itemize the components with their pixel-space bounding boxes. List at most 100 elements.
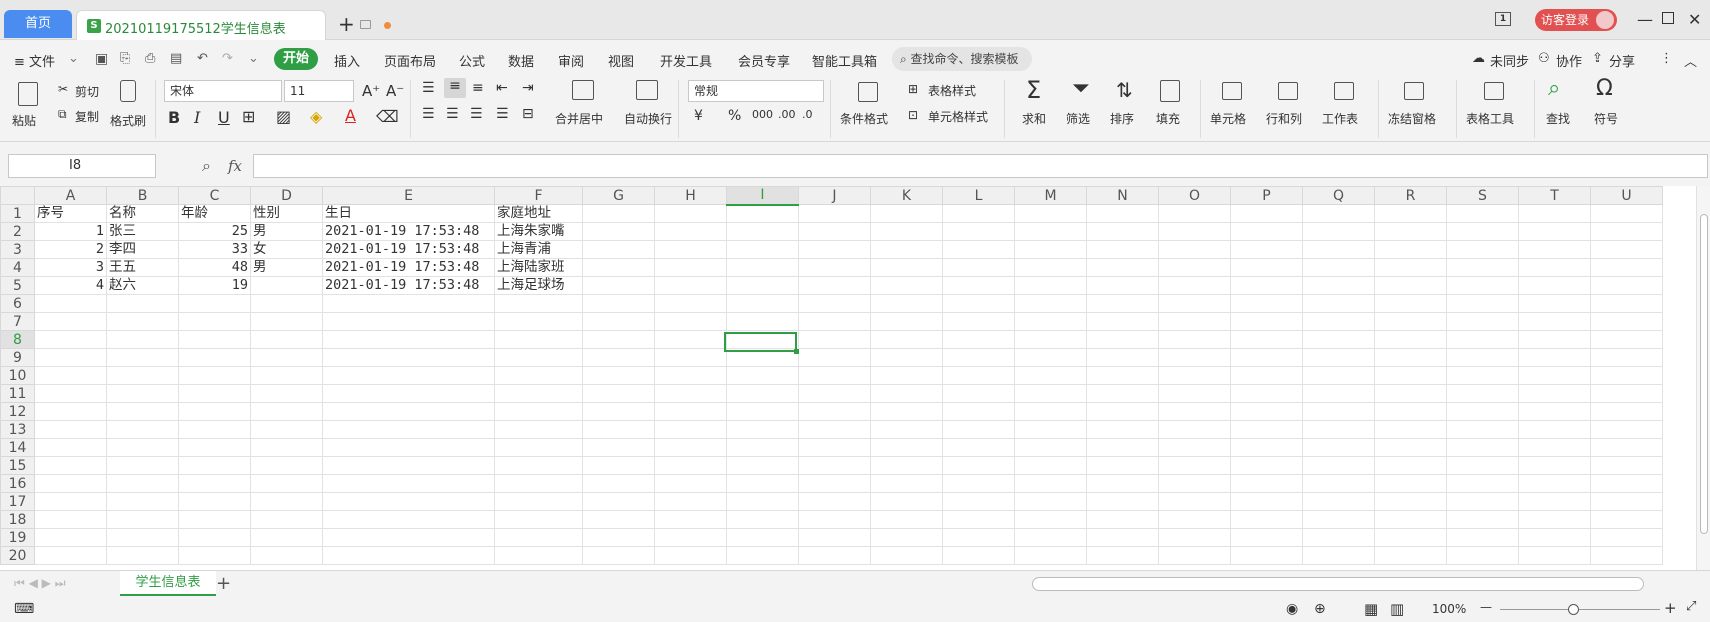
cell[interactable] [1302,546,1375,565]
row-header[interactable]: 14 [0,438,35,457]
cell[interactable]: 女 [250,240,323,259]
cell[interactable] [582,420,655,439]
cell[interactable] [1518,492,1591,511]
cell[interactable] [1014,420,1087,439]
cell[interactable] [1302,528,1375,547]
cell[interactable] [1086,456,1159,475]
cell[interactable] [1158,420,1231,439]
cell[interactable] [494,348,583,367]
cell[interactable] [1014,258,1087,277]
align-center-icon[interactable]: ☰ [446,106,459,122]
cell[interactable] [250,402,323,421]
cell[interactable] [106,474,179,493]
cell[interactable] [582,510,655,529]
cell[interactable] [1086,384,1159,403]
add-sheet-button[interactable]: + [216,573,231,594]
cell[interactable] [1158,240,1231,259]
cell[interactable] [1158,222,1231,241]
increase-font-icon[interactable]: A⁺ [362,82,380,100]
table-tools-icon[interactable] [1484,82,1504,100]
cell[interactable] [942,366,1015,385]
cell[interactable] [1086,294,1159,313]
cell[interactable] [1446,330,1519,349]
cell[interactable] [654,204,727,223]
cell[interactable] [1590,366,1663,385]
cell[interactable] [582,474,655,493]
cell[interactable] [1446,276,1519,295]
zoom-slider-handle[interactable] [1568,604,1579,615]
cell[interactable]: 年龄 [178,204,251,223]
decrease-font-icon[interactable]: A⁻ [386,82,404,100]
cell[interactable] [494,492,583,511]
cell[interactable] [494,330,583,349]
cell[interactable] [798,330,871,349]
row-header[interactable]: 3 [0,240,35,259]
cell[interactable] [34,366,107,385]
increase-decimal-icon[interactable]: .00 [778,108,796,121]
cell[interactable] [1230,384,1303,403]
cell[interactable] [1446,492,1519,511]
freeze-icon[interactable] [1404,82,1424,100]
more-menu-icon[interactable]: ⋮ [1660,51,1673,66]
cell[interactable] [250,420,323,439]
align-top-icon[interactable]: ☰ [422,80,435,96]
cell[interactable] [1230,222,1303,241]
cell[interactable] [798,546,871,565]
cell[interactable] [1302,240,1375,259]
close-icon[interactable]: ✕ [1688,10,1701,29]
zoom-slider[interactable] [1500,609,1660,610]
cell[interactable] [1374,546,1447,565]
cell[interactable] [1014,546,1087,565]
row-header[interactable]: 13 [0,420,35,439]
fill-color-icon[interactable]: ◈ [310,107,322,126]
cell[interactable] [1158,528,1231,547]
cell[interactable]: 25 [178,222,251,241]
cell[interactable] [942,258,1015,277]
cell[interactable] [798,474,871,493]
cell[interactable] [1446,204,1519,223]
cell[interactable] [34,294,107,313]
cell[interactable] [34,456,107,475]
cell[interactable] [1302,276,1375,295]
zoom-search-icon[interactable]: ⌕ [202,156,211,176]
cell[interactable] [942,420,1015,439]
formula-input[interactable] [253,154,1708,178]
indent-increase-icon[interactable]: ⇥ [522,80,534,96]
cell[interactable] [1590,510,1663,529]
cell[interactable] [494,312,583,331]
tab-formula[interactable]: 公式 [459,51,485,70]
row-header[interactable]: 18 [0,510,35,529]
cell[interactable] [494,546,583,565]
cell[interactable] [494,384,583,403]
cell[interactable] [106,312,179,331]
cell[interactable] [1014,384,1087,403]
cell[interactable] [178,348,251,367]
merge-center-button[interactable]: 合并居中 [555,110,603,127]
cell[interactable] [1014,438,1087,457]
cell[interactable] [870,456,943,475]
symbol-button[interactable]: 符号 [1594,110,1618,127]
cell[interactable] [582,204,655,223]
wrap-text-button[interactable]: 自动换行 [624,110,672,127]
cell[interactable] [34,546,107,565]
cell[interactable] [726,294,799,313]
cells-button[interactable]: 单元格 [1210,110,1246,127]
cell[interactable] [1014,366,1087,385]
cell[interactable] [654,492,727,511]
worksheet-icon[interactable] [1334,82,1354,100]
cell[interactable] [1446,258,1519,277]
cell[interactable] [1374,294,1447,313]
cell[interactable] [942,474,1015,493]
cell[interactable] [1086,330,1159,349]
cell[interactable] [654,294,727,313]
macro-icon[interactable]: ⌨ [14,601,34,617]
cell[interactable] [1590,240,1663,259]
menu-file[interactable]: ≡ 文件 [14,51,55,70]
cell[interactable] [1446,420,1519,439]
cell[interactable] [1446,546,1519,565]
cell[interactable] [654,438,727,457]
cell[interactable]: 上海足球场 [494,276,583,295]
fullscreen-icon[interactable]: ⤢ [1686,599,1696,614]
cell[interactable] [1518,528,1591,547]
cell[interactable]: 上海朱家嘴 [494,222,583,241]
